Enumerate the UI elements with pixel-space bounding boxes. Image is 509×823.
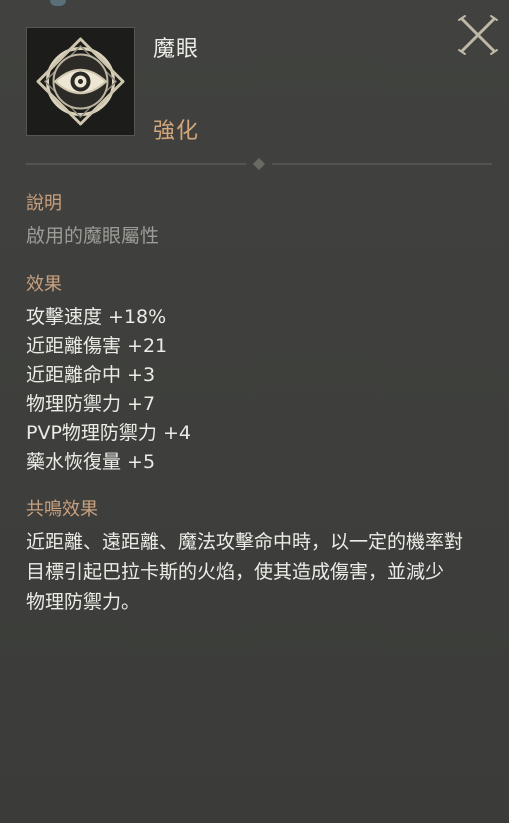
resonance-line: 近距離、遠距離、魔法攻擊命中時，以一定的機率對 (26, 531, 464, 553)
description-text: 啟用的魔眼屬性 (26, 225, 160, 247)
resonance-line: 目標引起巴拉卡斯的火焰，使其造成傷害，並減少 (26, 561, 445, 583)
effect-line: 攻擊速度 +18% (26, 306, 167, 328)
item-name: 魔眼 (153, 37, 200, 62)
resonance-text: 近距離、遠距離、魔法攻擊命中時，以一定的機率對 目標引起巴拉卡斯的火焰，使其造成… (26, 527, 506, 617)
effect-line: 藥水恢復量 +5 (26, 451, 156, 473)
effect-line: 近距離傷害 +21 (26, 335, 168, 357)
effect-line: 近距離命中 +3 (26, 364, 156, 386)
effects-section: 效果 攻擊速度 +18% 近距離傷害 +21 近距離命中 +3 物理防禦力 +7… (26, 272, 506, 477)
item-tooltip-panel: 魔眼 強化 說明 啟用的魔眼屬性 效果 攻擊速度 +18% 近距離傷害 +21 … (0, 0, 509, 823)
close-icon (458, 15, 498, 55)
item-icon-frame (26, 27, 135, 136)
resonance-title: 共鳴效果 (26, 499, 98, 520)
description-title: 說明 (26, 193, 62, 214)
item-type: 強化 (153, 119, 200, 144)
resonance-section: 共鳴效果 近距離、遠距離、魔法攻擊命中時，以一定的機率對 目標引起巴拉卡斯的火焰… (26, 497, 506, 617)
effect-line: PVP物理防禦力 +4 (26, 422, 191, 444)
close-button[interactable] (455, 12, 501, 58)
description-section: 說明 啟用的魔眼屬性 (26, 191, 506, 250)
header-divider (26, 156, 492, 172)
eye-icon (36, 37, 125, 126)
resonance-line: 物理防禦力。 (26, 591, 141, 613)
top-ornament (50, 0, 66, 6)
effects-title: 效果 (26, 274, 62, 295)
effect-line: 物理防禦力 +7 (26, 393, 156, 415)
